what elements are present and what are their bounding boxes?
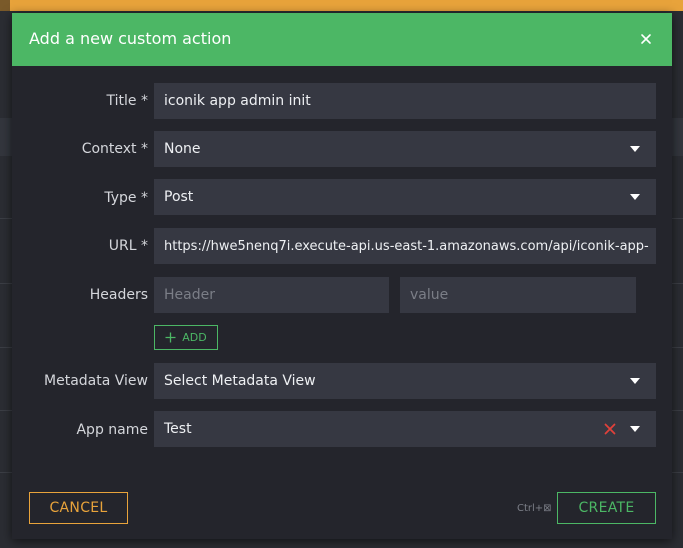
header-key-input[interactable]: Header [154, 277, 389, 313]
headers-label: Headers [89, 287, 148, 303]
clear-icon[interactable] [604, 423, 616, 435]
chevron-down-icon [630, 146, 640, 152]
title-input-value: iconik app admin init [164, 93, 311, 109]
context-label: Context * [81, 141, 148, 157]
url-label: URL * [108, 238, 148, 254]
add-header-button[interactable]: ADD [154, 325, 218, 350]
create-button[interactable]: CREATE [557, 492, 656, 524]
app-name-select[interactable]: Test [154, 411, 656, 447]
chevron-down-icon [630, 194, 640, 200]
app-top-bar-corner [0, 0, 10, 11]
app-name-label: App name [76, 422, 148, 438]
chevron-down-icon [630, 378, 640, 384]
type-label: Type * [104, 190, 148, 206]
close-icon [641, 34, 651, 44]
metadata-view-select-value: Select Metadata View [164, 373, 316, 389]
title-input[interactable]: iconik app admin init [154, 83, 656, 119]
metadata-view-label: Metadata View [44, 373, 148, 389]
dialog-header: Add a new custom action [12, 13, 672, 66]
url-input-value: https://hwe5nenq7i.execute-api.us-east-1… [164, 238, 649, 254]
context-select-value: None [164, 141, 201, 157]
url-input[interactable]: https://hwe5nenq7i.execute-api.us-east-1… [154, 228, 656, 264]
title-label: Title * [106, 93, 148, 109]
type-select-value: Post [164, 189, 194, 205]
close-button[interactable] [632, 25, 660, 53]
app-top-bar [0, 0, 683, 11]
add-button-label: ADD [182, 331, 207, 344]
type-select[interactable]: Post [154, 179, 656, 215]
app-name-select-value: Test [164, 421, 192, 437]
header-value-placeholder: value [410, 287, 449, 303]
metadata-view-select[interactable]: Select Metadata View [154, 363, 656, 399]
plus-icon [165, 332, 176, 343]
header-value-input[interactable]: value [400, 277, 636, 313]
context-select[interactable]: None [154, 131, 656, 167]
dialog-title: Add a new custom action [29, 29, 232, 48]
header-key-placeholder: Header [164, 287, 215, 303]
chevron-down-icon[interactable] [630, 426, 640, 432]
keyboard-shortcut-hint: Ctrl+⊠ [517, 503, 552, 514]
cancel-button[interactable]: CANCEL [29, 492, 128, 524]
custom-action-dialog: Add a new custom action Title * iconik a… [12, 13, 672, 539]
